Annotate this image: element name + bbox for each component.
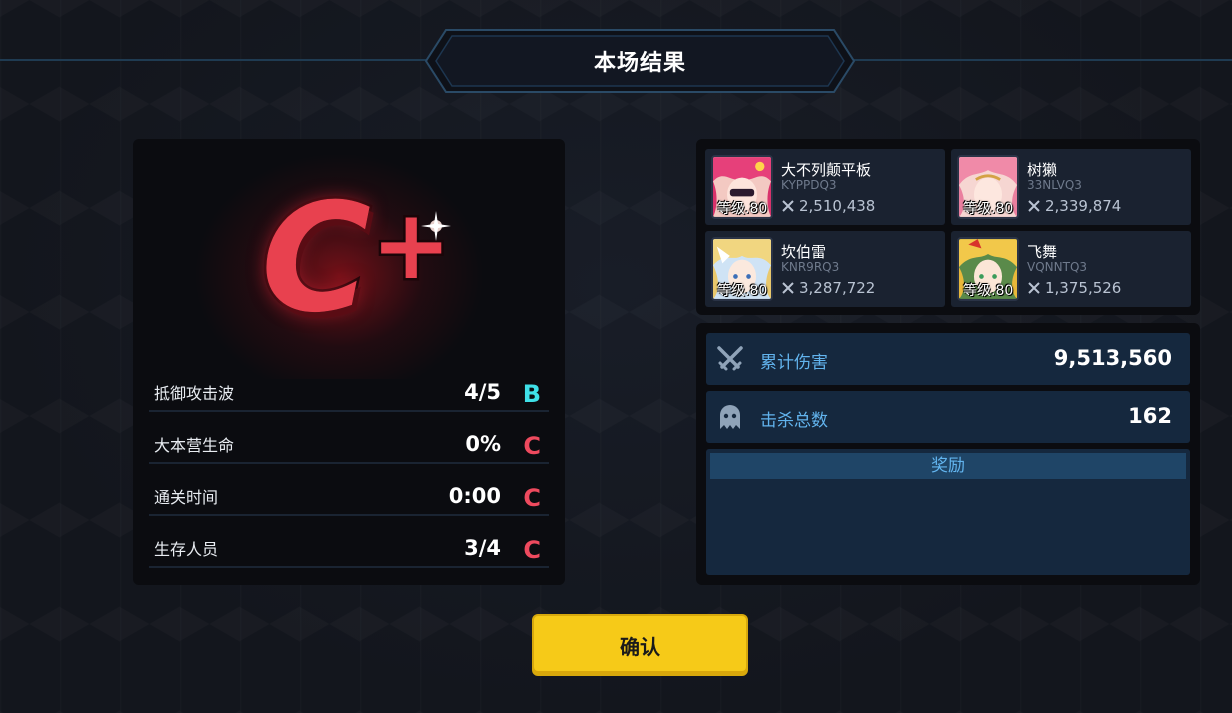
ghost-icon	[720, 405, 740, 429]
rewards-title: 奖励	[710, 453, 1186, 479]
crossed-swords-icon	[1028, 200, 1040, 212]
stat-grade-badge: C	[523, 536, 541, 564]
stat-label: 生存人员	[154, 540, 219, 559]
sparkle-icon	[421, 211, 451, 241]
stat-row-base-hp: 大本营生命 0% C	[149, 424, 549, 464]
player-name: 树獭	[1027, 161, 1058, 179]
crossed-swords-icon	[782, 282, 794, 294]
stat-grade-badge: C	[523, 484, 541, 512]
grade-letter: C	[258, 172, 373, 346]
stat-value: 0:00	[448, 484, 501, 508]
rewards-box: 奖励	[706, 449, 1190, 575]
stat-label: 大本营生命	[154, 436, 235, 455]
result-grade-panel: C + 抵御攻击波 4/5 B 大本营生命 0% C 通关时间 0:00 C 生…	[133, 139, 565, 585]
crossed-swords-icon	[1028, 282, 1040, 294]
total-kills-value: 162	[1128, 404, 1172, 428]
player-power: 1,375,526	[1027, 279, 1121, 297]
player-power: 2,339,874	[1027, 197, 1121, 215]
confirm-button[interactable]: 确认	[532, 614, 748, 676]
character-portrait-icon: 等级.80	[957, 237, 1019, 301]
player-power-value: 3,287,722	[799, 279, 876, 297]
player-card[interactable]: 等级.80 大不列颠平板 KYPPDQ3 2,510,438	[705, 149, 945, 225]
player-name: 坎伯雷	[781, 243, 827, 261]
player-level: 等级.80	[717, 201, 768, 217]
header-banner: 本场结果	[424, 28, 856, 94]
header-divider-left	[0, 59, 430, 61]
stat-value: 0%	[465, 432, 501, 456]
player-id: 33NLVQ3	[1027, 178, 1082, 192]
stat-grade-badge: C	[523, 432, 541, 460]
player-power-value: 2,339,874	[1045, 197, 1122, 215]
stat-row-clear-time: 通关时间 0:00 C	[149, 476, 549, 516]
page-title: 本场结果	[593, 51, 686, 76]
total-damage-label: 累计伤害	[760, 353, 828, 373]
crossed-swords-icon	[782, 200, 794, 212]
total-damage-value: 9,513,560	[1053, 346, 1172, 370]
total-damage-row: 累计伤害 9,513,560	[706, 333, 1190, 385]
header-divider-right	[850, 59, 1232, 61]
player-card[interactable]: 等级.80 飞舞 VQNNTQ3 1,375,526	[951, 231, 1191, 307]
stat-row-waves: 抵御攻击波 4/5 B	[149, 372, 549, 412]
stat-label: 抵御攻击波	[154, 384, 235, 403]
total-kills-row: 击杀总数 162	[706, 391, 1190, 443]
stat-value: 4/5	[464, 380, 501, 404]
character-portrait-icon: 等级.80	[711, 155, 773, 219]
character-portrait-icon: 等级.80	[711, 237, 773, 301]
player-power: 3,287,722	[781, 279, 875, 297]
player-card[interactable]: 等级.80 坎伯雷 KNR9RQ3 3,287,722	[705, 231, 945, 307]
stat-grade-badge: B	[522, 380, 541, 408]
player-power: 2,510,438	[781, 197, 875, 215]
player-level: 等级.80	[963, 201, 1014, 217]
player-list-panel: 等级.80 大不列颠平板 KYPPDQ3 2,510,438 等级.80 树獭 …	[696, 139, 1200, 315]
player-id: VQNNTQ3	[1027, 260, 1088, 274]
battle-summary-panel: 累计伤害 9,513,560 击杀总数 162 奖励	[696, 323, 1200, 585]
player-power-value: 1,375,526	[1045, 279, 1122, 297]
character-portrait-icon: 等级.80	[957, 155, 1019, 219]
player-name: 飞舞	[1027, 243, 1058, 261]
crossed-swords-icon	[717, 346, 743, 371]
player-level: 等级.80	[963, 283, 1014, 299]
stat-label: 通关时间	[154, 488, 219, 507]
player-power-value: 2,510,438	[799, 197, 876, 215]
player-id: KYPPDQ3	[781, 178, 837, 192]
stat-row-survivors: 生存人员 3/4 C	[149, 528, 549, 568]
player-id: KNR9RQ3	[781, 260, 840, 274]
player-name: 大不列颠平板	[781, 161, 872, 179]
stat-value: 3/4	[464, 536, 501, 560]
total-kills-label: 击杀总数	[760, 411, 828, 431]
player-card[interactable]: 等级.80 树獭 33NLVQ3 2,339,874	[951, 149, 1191, 225]
player-level: 等级.80	[717, 283, 768, 299]
